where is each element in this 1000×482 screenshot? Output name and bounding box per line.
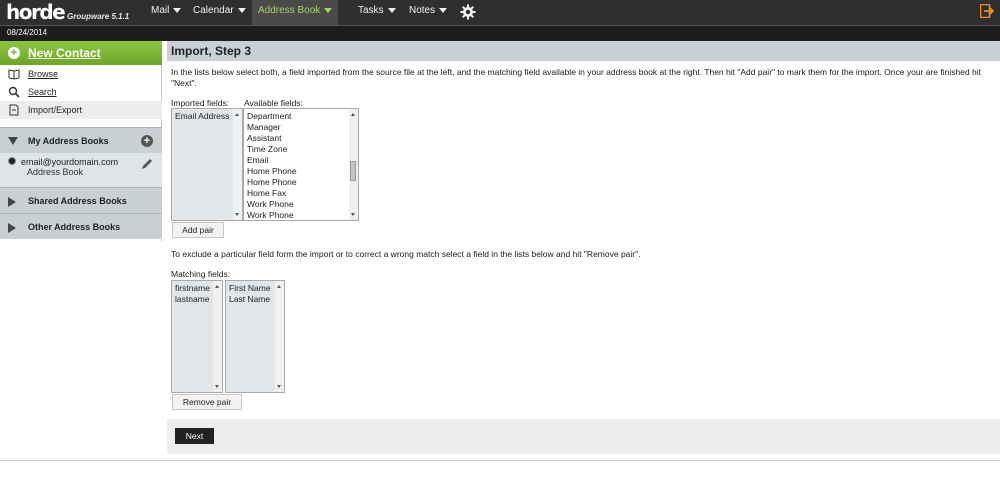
- sidebar-item-label: Import/Export: [28, 105, 83, 115]
- address-book-type: Address Book: [27, 167, 84, 177]
- scrollbar[interactable]: [233, 109, 242, 220]
- menu-mail-label: Mail: [151, 5, 170, 16]
- menu-tasks-label: Tasks: [358, 5, 384, 16]
- scroll-down-icon: [215, 385, 219, 388]
- imported-fields-label: Imported fields:: [171, 98, 230, 108]
- sidebar-item-browse[interactable]: Browse: [0, 65, 162, 83]
- date-bar: 08/24/2014: [0, 25, 1000, 41]
- chevron-down-icon: [324, 7, 333, 13]
- scroll-down-icon: [277, 385, 281, 388]
- list-item[interactable]: Department: [244, 111, 358, 122]
- chevron-down-icon: [387, 7, 396, 13]
- divider: [0, 460, 1000, 461]
- scroll-up-icon: [215, 285, 219, 288]
- address-book-entry[interactable]: email@yourdomain.com Address Book: [0, 153, 162, 189]
- chevron-down-icon: [173, 7, 182, 13]
- sidebar: + New Contact Browse Search Import/Expor…: [0, 41, 162, 461]
- current-date: 08/24/2014: [7, 28, 48, 37]
- book-icon: [8, 69, 20, 80]
- sidebar-item-import-export[interactable]: Import/Export: [0, 101, 162, 119]
- shared-address-books-label: Shared Address Books: [28, 196, 127, 206]
- sidebar-empty-area: [0, 241, 162, 461]
- menu-calendar[interactable]: Calendar: [187, 0, 252, 25]
- pencil-icon[interactable]: [140, 157, 154, 171]
- plus-icon: +: [8, 47, 20, 59]
- expand-icon: [8, 223, 16, 233]
- scrollbar-thumb[interactable]: [350, 161, 356, 181]
- remove-pair-button[interactable]: Remove pair: [172, 394, 242, 410]
- scroll-down-icon: [351, 213, 355, 216]
- scroll-up-icon: [235, 113, 239, 116]
- scrollbar[interactable]: [213, 281, 222, 392]
- available-fields-list[interactable]: Department Manager Assistant Time Zone E…: [243, 108, 359, 221]
- menu-tasks[interactable]: Tasks: [352, 0, 402, 25]
- add-pair-button[interactable]: Add pair: [172, 222, 224, 238]
- matching-fields-label: Matching fields:: [171, 269, 231, 279]
- imported-fields-list[interactable]: Email Address: [171, 108, 243, 221]
- available-fields-label: Available fields:: [244, 98, 303, 108]
- horde-logo[interactable]: horde: [6, 0, 66, 24]
- list-item[interactable]: Home Phone: [244, 166, 358, 177]
- menu-address-book[interactable]: Address Book: [252, 0, 339, 25]
- add-address-book-icon[interactable]: +: [141, 135, 153, 147]
- list-item[interactable]: Email: [244, 155, 358, 166]
- menu-notes[interactable]: Notes: [403, 0, 453, 25]
- top-menu-bar: horde Groupware 5.1.1 Mail Calendar Addr…: [0, 0, 1000, 25]
- matching-address-book-list[interactable]: First Name Last Name: [225, 280, 285, 393]
- collapse-icon: [8, 137, 18, 145]
- gear-icon[interactable]: [460, 4, 476, 20]
- scroll-up-icon: [277, 285, 281, 288]
- logout-icon[interactable]: [980, 4, 994, 18]
- product-version: Groupware 5.1.1: [67, 12, 130, 21]
- chevron-down-icon: [439, 7, 448, 13]
- other-address-books-header[interactable]: Other Address Books: [0, 213, 162, 239]
- sidebar-item-label: Search: [28, 87, 57, 97]
- chevron-down-icon: [237, 7, 246, 13]
- list-item[interactable]: Assistant: [244, 133, 358, 144]
- search-icon: [8, 86, 20, 98]
- menu-address-book-label: Address Book: [258, 5, 321, 16]
- list-item[interactable]: Home Phone: [244, 177, 358, 188]
- main-content: Import, Step 3 In the lists below select…: [167, 41, 1000, 461]
- menu-mail[interactable]: Mail: [145, 0, 187, 25]
- address-book-name: email@yourdomain.com: [21, 157, 119, 167]
- my-address-books-label: My Address Books: [28, 136, 109, 146]
- sidebar-item-search[interactable]: Search: [0, 83, 162, 101]
- sidebar-item-label: Browse: [28, 69, 59, 79]
- scrollbar[interactable]: [349, 109, 358, 220]
- other-address-books-label: Other Address Books: [28, 222, 121, 232]
- expand-icon: [8, 197, 16, 207]
- menu-calendar-label: Calendar: [193, 5, 234, 16]
- exclude-instructions-text: To exclude a particular field form the i…: [171, 249, 641, 259]
- new-contact-label: New Contact: [28, 46, 101, 60]
- radio-selected-icon: [8, 157, 16, 165]
- new-contact-button[interactable]: + New Contact: [0, 41, 162, 65]
- matching-imported-list[interactable]: firstname lastname: [171, 280, 223, 393]
- list-item[interactable]: Email Address: [172, 109, 242, 122]
- form-actions-bar: Next: [167, 419, 1000, 454]
- instructions-text: In the lists below select both, a field …: [171, 67, 982, 88]
- list-item[interactable]: Home Fax: [244, 188, 358, 199]
- shared-address-books-header[interactable]: Shared Address Books: [0, 187, 162, 213]
- page-title: Import, Step 3: [167, 41, 1000, 61]
- list-item[interactable]: Work Phone: [244, 210, 358, 220]
- next-button[interactable]: Next: [175, 428, 214, 444]
- list-item[interactable]: Time Zone: [244, 144, 358, 155]
- scrollbar[interactable]: [275, 281, 284, 392]
- my-address-books-header[interactable]: My Address Books +: [0, 127, 162, 153]
- list-item[interactable]: Manager: [244, 122, 358, 133]
- menu-notes-label: Notes: [409, 5, 436, 16]
- scroll-down-icon: [235, 213, 239, 216]
- scroll-up-icon: [351, 113, 355, 116]
- import-export-icon: [9, 104, 19, 116]
- list-item[interactable]: Work Phone: [244, 199, 358, 210]
